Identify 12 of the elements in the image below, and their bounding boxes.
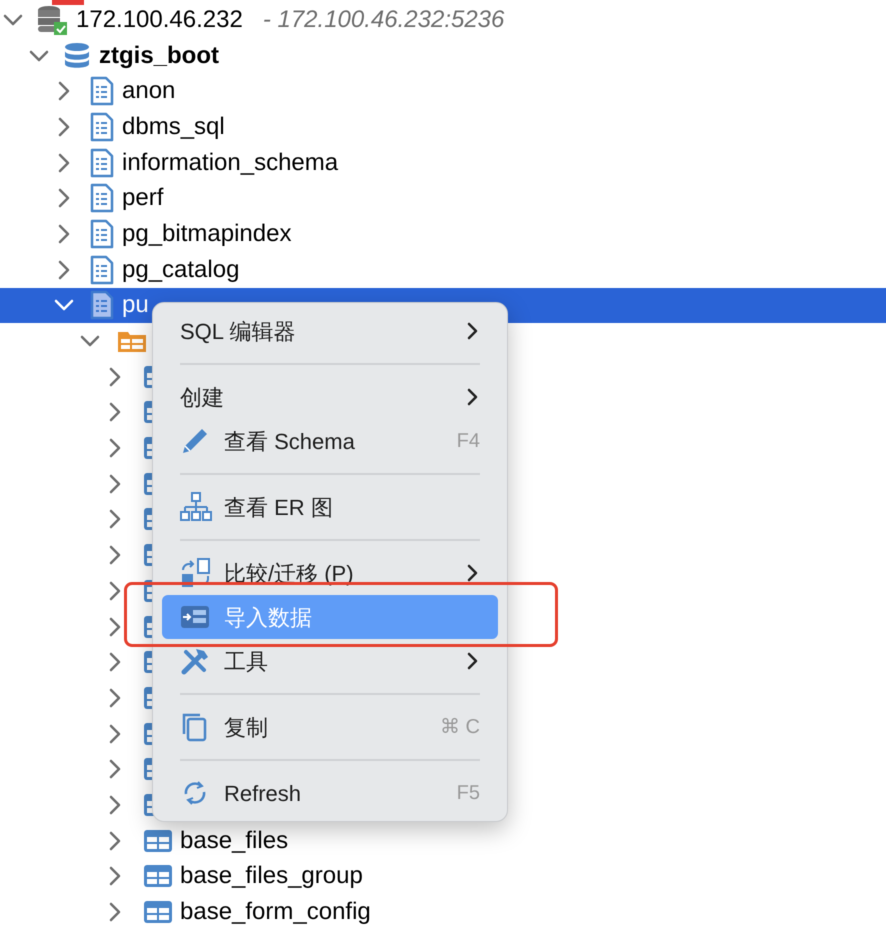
menu-label: Refresh (224, 780, 302, 808)
menu-label: 复制 (224, 714, 269, 742)
menu-label: 创建 (180, 384, 225, 412)
shortcut-label: ⌘ C (440, 715, 480, 740)
menu-label: SQL 编辑器 (180, 318, 296, 346)
menu-label: 查看 ER 图 (224, 494, 334, 522)
menu-label: 查看 Schema (224, 428, 356, 456)
shortcut-label: F4 (456, 429, 480, 454)
menu-label: 导入数据 (224, 604, 313, 632)
shortcut-label: F5 (456, 781, 480, 806)
menu-label: 工具 (224, 648, 269, 676)
connection-detail: - 172.100.46.232:5236 (262, 6, 504, 34)
